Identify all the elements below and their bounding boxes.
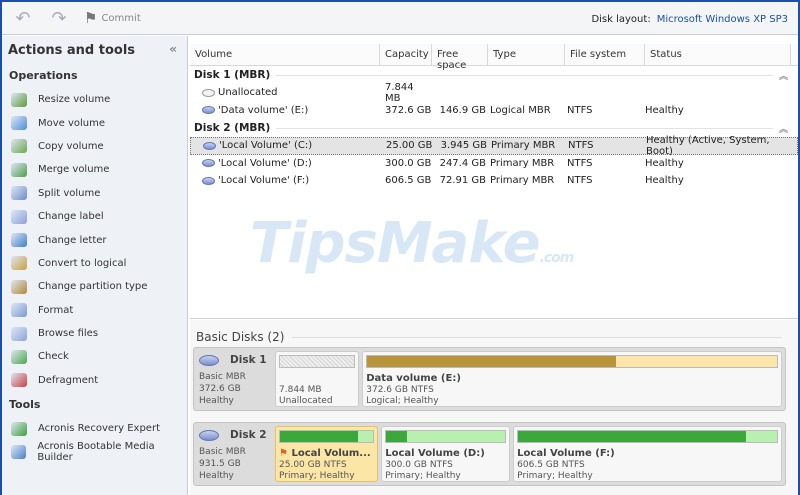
sidebar-item-acronis-recovery-expert[interactable]: Acronis Recovery Expert <box>2 417 187 440</box>
tools-heading: Tools <box>9 398 41 412</box>
table-row[interactable]: 'Local Volume' (D:) 300.0 GB 247.4 GB Prim… <box>190 155 798 173</box>
copy-volume-icon <box>11 139 27 154</box>
table-row[interactable]: Unallocated 7.844 MB <box>190 82 798 104</box>
disk-group-header[interactable]: Disk 1 (MBR) ︽ <box>190 66 798 84</box>
partition-block[interactable]: Local Volume (F:) 606.5 GB NTFS Primary; … <box>513 426 782 482</box>
sidebar-item-check[interactable]: Check <box>2 345 187 368</box>
disk-map: Basic Disks (2) Disk 1 Basic MBR 372.6 GB H… <box>190 320 798 495</box>
sidebar-item-browse-files[interactable]: Browse files <box>2 322 187 345</box>
sidebar-item-move-volume[interactable]: Move volume <box>2 111 187 134</box>
sidebar-item-convert-to-logical[interactable]: Convert to logical <box>2 252 187 275</box>
sidebar-item-label: Browse files <box>38 328 99 340</box>
sidebar-item-label: Defragment <box>38 374 99 386</box>
column-header-capacity[interactable]: Capacity <box>380 44 432 65</box>
column-header-volume[interactable]: Volume <box>190 44 380 65</box>
sidebar-item-label: Acronis Bootable Media Builder <box>37 441 155 464</box>
sidebar-item-label: Change partition type <box>38 281 148 293</box>
table-row[interactable]: 'Local Volume' (F:) 606.5 GB 72.91 GB Prim… <box>190 172 798 190</box>
merge-volume-icon <box>11 162 27 177</box>
column-header-type[interactable]: Type <box>488 44 565 65</box>
sidebar-item-label: Change letter <box>38 234 107 246</box>
sidebar-item-label: Acronis Recovery Expert <box>38 423 160 435</box>
partition-block[interactable]: 7.844 MB Unallocated <box>275 351 360 407</box>
volume-icon <box>202 176 215 185</box>
volume-icon <box>202 106 215 115</box>
defragment-icon <box>11 373 27 388</box>
sidebar-item-label: Copy volume <box>38 140 104 152</box>
sidebar-item-label: Resize volume <box>38 94 111 106</box>
collapse-sidebar-button[interactable]: « <box>169 42 177 56</box>
sidebar-item-label: Convert to logical <box>38 257 127 269</box>
disk-icon <box>199 354 219 366</box>
browse-files-icon <box>11 326 27 341</box>
checkered-flag-icon: ⚑ <box>84 9 98 27</box>
table-row[interactable]: 'Data volume' (E:) 372.6 GB 146.9 GB Logic… <box>190 102 798 120</box>
sidebar-item-change-letter[interactable]: Change letter <box>2 228 187 251</box>
volume-icon <box>203 141 216 150</box>
watermark: TipsMake.com <box>250 211 574 276</box>
disk-layout: Disk layout: Microsoft Windows XP SP3 <box>591 14 788 25</box>
change-letter-icon <box>11 233 27 248</box>
sidebar-item-change-label[interactable]: Change label <box>2 205 187 228</box>
split-volume-icon <box>11 186 27 201</box>
basic-disks-heading: Basic Disks (2) <box>190 320 798 348</box>
change-partition-type-icon <box>11 279 27 294</box>
flag-icon: ⚑ <box>279 448 288 459</box>
column-header-status[interactable]: Status <box>645 44 791 65</box>
sidebar-item-copy-volume[interactable]: Copy volume <box>2 135 187 158</box>
toolbar: ↶ ↷ ⚑ Commit Disk layout: Microsoft Windo… <box>2 2 798 35</box>
disk-layout-link[interactable]: Microsoft Windows XP SP3 <box>657 14 788 25</box>
sidebar-item-label: Check <box>38 351 69 363</box>
acronis-bootable-media-builder-icon <box>11 445 27 460</box>
change-label-icon <box>11 209 27 224</box>
sidebar-item-change-partition-type[interactable]: Change partition type <box>2 275 187 298</box>
resize-volume-icon <box>11 92 27 107</box>
sidebar-item-split-volume[interactable]: Split volume <box>2 182 187 205</box>
undo-icon[interactable]: ↶ <box>12 8 34 29</box>
format-icon <box>11 303 27 318</box>
volume-icon <box>202 88 215 97</box>
sidebar-item-merge-volume[interactable]: Merge volume <box>2 158 187 181</box>
partition-block[interactable]: ⚑ Local Volum... 25.00 GB NTFS Primary; H… <box>275 426 379 482</box>
sidebar-item-label: Change label <box>38 211 104 223</box>
sidebar-item-defragment[interactable]: Defragment <box>2 369 187 392</box>
sidebar-item-label: Format <box>38 304 74 316</box>
acronis-recovery-expert-icon <box>11 421 27 436</box>
sidebar-item-label: Merge volume <box>38 164 110 176</box>
volume-icon <box>202 159 215 168</box>
sidebar-item-label: Move volume <box>38 117 106 129</box>
main-panel: Volume Capacity Free space Type File system S… <box>190 36 798 495</box>
column-header-file-system[interactable]: File system <box>565 44 645 65</box>
disk-icon <box>199 429 219 441</box>
operations-heading: Operations <box>9 69 78 82</box>
disk-2-map[interactable]: Disk 2 Basic MBR 931.5 GB Healthy ⚑ Local Vo… <box>193 422 786 486</box>
disk-1-map[interactable]: Disk 1 Basic MBR 372.6 GB Healthy 7.844 MB U… <box>193 347 786 411</box>
column-header-free-space[interactable]: Free space <box>432 44 488 71</box>
collapse-group-icon[interactable]: ︽ <box>779 122 788 135</box>
sidebar-item-format[interactable]: Format <box>2 299 187 322</box>
sidebar-title: Actions and tools « <box>8 42 177 58</box>
move-volume-icon <box>11 116 27 131</box>
sidebar-item-acronis-bootable-media-builder[interactable]: Acronis Bootable Media Builder <box>2 440 187 463</box>
sidebar-item-resize-volume[interactable]: Resize volume <box>2 88 187 111</box>
partition-block[interactable]: Local Volume (D:) 300.0 GB NTFS Primary; … <box>381 426 511 482</box>
convert-to-logical-icon <box>11 256 27 271</box>
collapse-group-icon[interactable]: ︽ <box>779 69 788 82</box>
commit-button[interactable]: ⚑ Commit <box>84 9 141 27</box>
partition-block[interactable]: Data volume (E:) 372.6 GB NTFS Logical; H… <box>362 351 782 407</box>
sidebar-item-label: Split volume <box>38 187 101 199</box>
volume-table: Disk 1 (MBR) ︽ Unallocated 7.844 MB 'Data v… <box>190 66 798 190</box>
redo-icon[interactable]: ↷ <box>48 8 70 29</box>
table-row[interactable]: 'Local Volume' (C:) 25.00 GB 3.945 GB Prim… <box>190 135 798 157</box>
check-icon <box>11 349 27 364</box>
table-header: Volume Capacity Free space Type File system S… <box>190 44 798 71</box>
sidebar: Actions and tools « Operations Resize vol… <box>2 36 188 495</box>
